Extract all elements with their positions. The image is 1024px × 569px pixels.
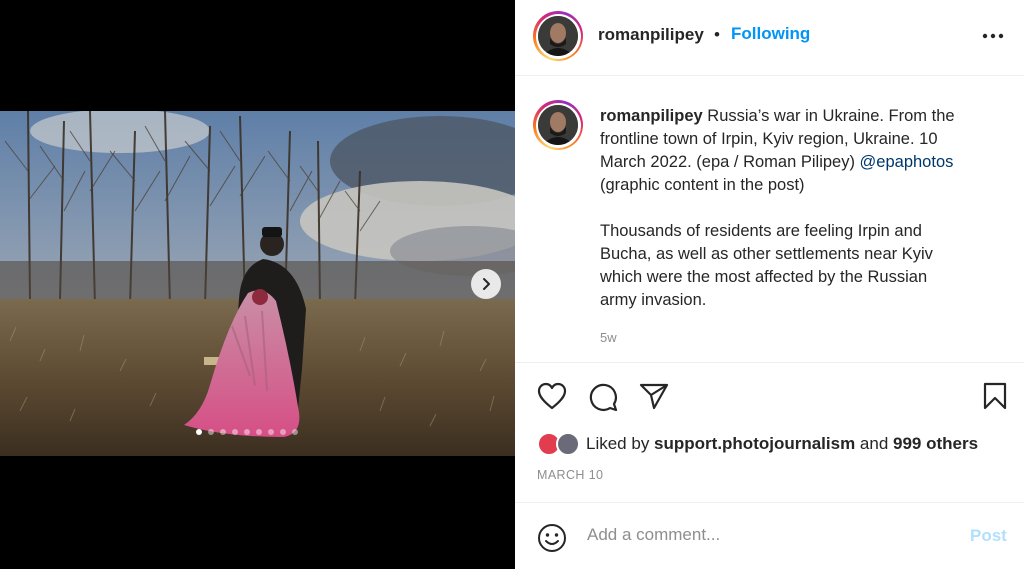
post-side-panel: romanpilipey • Following romanpilipey Ru… — [515, 0, 1024, 569]
carousel-dot — [268, 429, 274, 435]
more-horizontal-icon[interactable] — [979, 26, 1007, 46]
comment-input[interactable] — [587, 525, 947, 545]
mention-link[interactable]: @epaphotos — [860, 153, 954, 171]
post-photo[interactable] — [0, 111, 515, 456]
caption-username[interactable]: romanpilipey — [600, 107, 703, 125]
chevron-right-icon — [483, 278, 490, 290]
liker-avatar[interactable] — [556, 432, 580, 456]
caption-avatar[interactable] — [533, 100, 583, 150]
caption-text: March 2022. (epa / Roman Pilipey) — [600, 153, 860, 171]
comment-bar: Post — [515, 502, 1024, 569]
caption-line: (graphic content in the post) — [600, 174, 1005, 197]
likes-and: and — [855, 434, 894, 453]
post-age[interactable]: 5w — [600, 330, 617, 345]
likes-prefix: Liked by — [586, 434, 655, 453]
caption-text: frontline town of Irpin, Kyiv region, Uk… — [600, 130, 938, 148]
header-username[interactable]: romanpilipey — [598, 25, 704, 45]
paper-plane-icon[interactable] — [639, 382, 669, 410]
smiley-icon[interactable] — [537, 523, 567, 553]
caption-line: romanpilipey Russia’s war in Ukraine. Fr… — [600, 105, 1005, 128]
carousel-dot — [292, 429, 298, 435]
caption-text: Russia’s war in Ukraine. From the — [707, 107, 955, 125]
caption-line: army invasion. — [600, 291, 707, 309]
post-media — [0, 0, 515, 569]
carousel-dot — [196, 429, 202, 435]
carousel-dot — [208, 429, 214, 435]
photo-image — [0, 111, 515, 456]
bookmark-icon[interactable] — [983, 382, 1007, 410]
liker-username[interactable]: support.photojournalism — [654, 434, 855, 453]
carousel-dot — [232, 429, 238, 435]
likes-summary: Liked by support.photojournalism and 999… — [586, 434, 978, 454]
post-caption: romanpilipey Russia’s war in Ukraine. Fr… — [600, 105, 1005, 312]
avatar-image — [538, 16, 578, 56]
caption-line: Bucha, as well as other settlements near… — [600, 245, 933, 263]
post-header: romanpilipey • Following — [515, 0, 1024, 76]
carousel-dot — [256, 429, 262, 435]
post-date[interactable]: MARCH 10 — [537, 468, 603, 482]
likes-others-link[interactable]: 999 others — [893, 434, 978, 453]
next-slide-button[interactable] — [471, 269, 501, 299]
avatar[interactable] — [533, 11, 583, 61]
carousel-dot — [220, 429, 226, 435]
post-comment-button[interactable]: Post — [970, 526, 1007, 546]
carousel-dot — [244, 429, 250, 435]
carousel-indicator — [196, 429, 298, 435]
caption-line: which were the most affected by the Russ… — [600, 268, 928, 286]
heart-icon[interactable] — [537, 382, 567, 410]
header-separator: • — [714, 25, 720, 44]
caption-line: frontline town of Irpin, Kyiv region, Uk… — [600, 128, 1005, 151]
caption-text: (graphic content in the post) — [600, 176, 805, 194]
caption-line: March 2022. (epa / Roman Pilipey) @epaph… — [600, 151, 1005, 174]
comment-icon[interactable] — [588, 382, 618, 412]
carousel-dot — [280, 429, 286, 435]
caption-line: Thousands of residents are feeling Irpin… — [600, 222, 922, 240]
action-bar: Liked by support.photojournalism and 999… — [515, 362, 1024, 502]
caption-avatar-image — [538, 105, 578, 145]
following-button[interactable]: Following — [731, 24, 810, 44]
